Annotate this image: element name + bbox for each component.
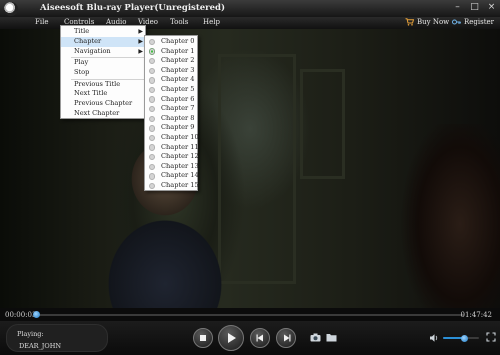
menu-item-stop[interactable]: Stop bbox=[61, 68, 147, 78]
chapter-item[interactable]: Chapter 7 bbox=[145, 104, 199, 114]
snapshot-icon[interactable] bbox=[310, 333, 321, 342]
cart-icon bbox=[405, 18, 414, 26]
menu-item-title[interactable]: Title ▶ bbox=[61, 27, 147, 37]
seek-bar[interactable] bbox=[32, 311, 464, 318]
chapter-item[interactable]: Chapter 2 bbox=[145, 56, 199, 66]
chapter-item[interactable]: Chapter 5 bbox=[145, 85, 199, 95]
window-controls: – □ × bbox=[453, 3, 496, 12]
chapter-item[interactable]: Chapter 10 bbox=[145, 133, 199, 143]
chapter-item[interactable]: Chapter 6 bbox=[145, 95, 199, 105]
maximize-icon[interactable]: □ bbox=[470, 3, 479, 12]
background-window-frame bbox=[300, 69, 345, 179]
next-chapter-button[interactable] bbox=[276, 328, 296, 348]
radio-icon bbox=[149, 153, 156, 161]
radio-icon bbox=[149, 163, 156, 170]
menu-item-next-title[interactable]: Next Title bbox=[61, 89, 147, 99]
status-panel: Playing: DEAR_JOHN bbox=[6, 324, 108, 352]
menu-item-play[interactable]: Play bbox=[61, 58, 147, 68]
folder-icon[interactable] bbox=[326, 333, 337, 342]
status-label: Playing: bbox=[17, 330, 44, 338]
stop-icon bbox=[200, 335, 206, 341]
radio-icon bbox=[149, 38, 156, 46]
menu-item-navigation[interactable]: Navigation ▶ bbox=[61, 47, 147, 57]
radio-icon bbox=[149, 67, 156, 74]
menu-item-previous-title[interactable]: Previous Title bbox=[61, 80, 147, 90]
next-chapter-icon bbox=[283, 334, 290, 342]
seek-handle[interactable] bbox=[32, 311, 40, 318]
menu-help[interactable]: Help bbox=[203, 18, 220, 26]
radio-icon bbox=[149, 105, 156, 113]
radio-icon bbox=[149, 144, 156, 151]
title-bar: Aiseesoft Blu-ray Player(Unregistered) –… bbox=[0, 0, 500, 17]
disc-name: DEAR_JOHN bbox=[19, 342, 62, 350]
radio-icon bbox=[149, 57, 156, 65]
chapter-item[interactable]: Chapter 14 bbox=[145, 171, 199, 181]
elapsed-time: 00:00:03 bbox=[5, 311, 37, 319]
play-button[interactable] bbox=[218, 325, 244, 351]
volume-slider[interactable] bbox=[443, 334, 479, 342]
chapter-item[interactable]: Chapter 3 bbox=[145, 66, 199, 76]
chapter-submenu: Chapter 0 Chapter 1 Chapter 2 Chapter 3 … bbox=[144, 35, 199, 191]
chapter-item[interactable]: Chapter 13 bbox=[145, 162, 199, 172]
app-logo-icon bbox=[4, 2, 18, 16]
radio-selected-icon bbox=[149, 48, 156, 55]
volume-icon[interactable] bbox=[429, 333, 439, 343]
radio-icon bbox=[149, 125, 156, 132]
window-title: Aiseesoft Blu-ray Player(Unregistered) bbox=[40, 3, 226, 13]
menu-tools[interactable]: Tools bbox=[170, 18, 188, 26]
menu-file[interactable]: File bbox=[35, 18, 48, 26]
radio-icon bbox=[149, 115, 156, 122]
chapter-item[interactable]: Chapter 12 bbox=[145, 152, 199, 162]
stop-button[interactable] bbox=[193, 328, 213, 348]
menu-item-chapter[interactable]: Chapter ▶ bbox=[61, 37, 147, 47]
play-icon bbox=[228, 333, 236, 343]
radio-icon bbox=[149, 77, 156, 84]
chapter-item[interactable]: Chapter 9 bbox=[145, 123, 199, 133]
close-icon[interactable]: × bbox=[487, 3, 496, 12]
menu-item-next-chapter[interactable]: Next Chapter bbox=[61, 109, 147, 119]
progress-row: 00:00:03 01:47:42 bbox=[0, 308, 500, 321]
control-bar: Playing: DEAR_JOHN bbox=[0, 321, 500, 355]
chapter-item[interactable]: Chapter 11 bbox=[145, 143, 199, 153]
video-figure bbox=[400, 124, 500, 308]
submenu-arrow-icon: ▶ bbox=[138, 47, 143, 55]
radio-icon bbox=[149, 182, 156, 190]
buy-now-button[interactable]: Buy Now bbox=[405, 18, 449, 26]
total-time: 01:47:42 bbox=[460, 311, 492, 319]
chapter-item[interactable]: Chapter 0 bbox=[145, 37, 199, 47]
radio-icon bbox=[149, 173, 156, 180]
chapter-item[interactable]: Chapter 1 bbox=[145, 47, 199, 57]
volume-handle[interactable] bbox=[461, 334, 469, 342]
buy-now-label: Buy Now bbox=[417, 18, 450, 26]
previous-chapter-button[interactable] bbox=[250, 328, 270, 348]
controls-menu: Title ▶ Chapter ▶ Navigation ▶ Play Stop… bbox=[60, 25, 147, 119]
radio-icon bbox=[149, 96, 156, 103]
submenu-arrow-icon: ▶ bbox=[138, 28, 143, 35]
fullscreen-icon[interactable] bbox=[486, 332, 496, 342]
minimize-icon[interactable]: – bbox=[453, 3, 462, 12]
key-icon bbox=[452, 19, 461, 25]
submenu-arrow-icon: ▶ bbox=[138, 38, 143, 45]
register-button[interactable]: Register bbox=[452, 18, 494, 26]
chapter-item[interactable]: Chapter 8 bbox=[145, 114, 199, 124]
chapter-item[interactable]: Chapter 4 bbox=[145, 75, 199, 85]
radio-icon bbox=[149, 134, 156, 142]
chapter-item[interactable]: Chapter 15 bbox=[145, 181, 199, 191]
previous-chapter-icon bbox=[256, 334, 263, 342]
radio-icon bbox=[149, 86, 156, 94]
menu-item-previous-chapter[interactable]: Previous Chapter bbox=[61, 99, 147, 109]
register-label: Register bbox=[464, 18, 495, 26]
